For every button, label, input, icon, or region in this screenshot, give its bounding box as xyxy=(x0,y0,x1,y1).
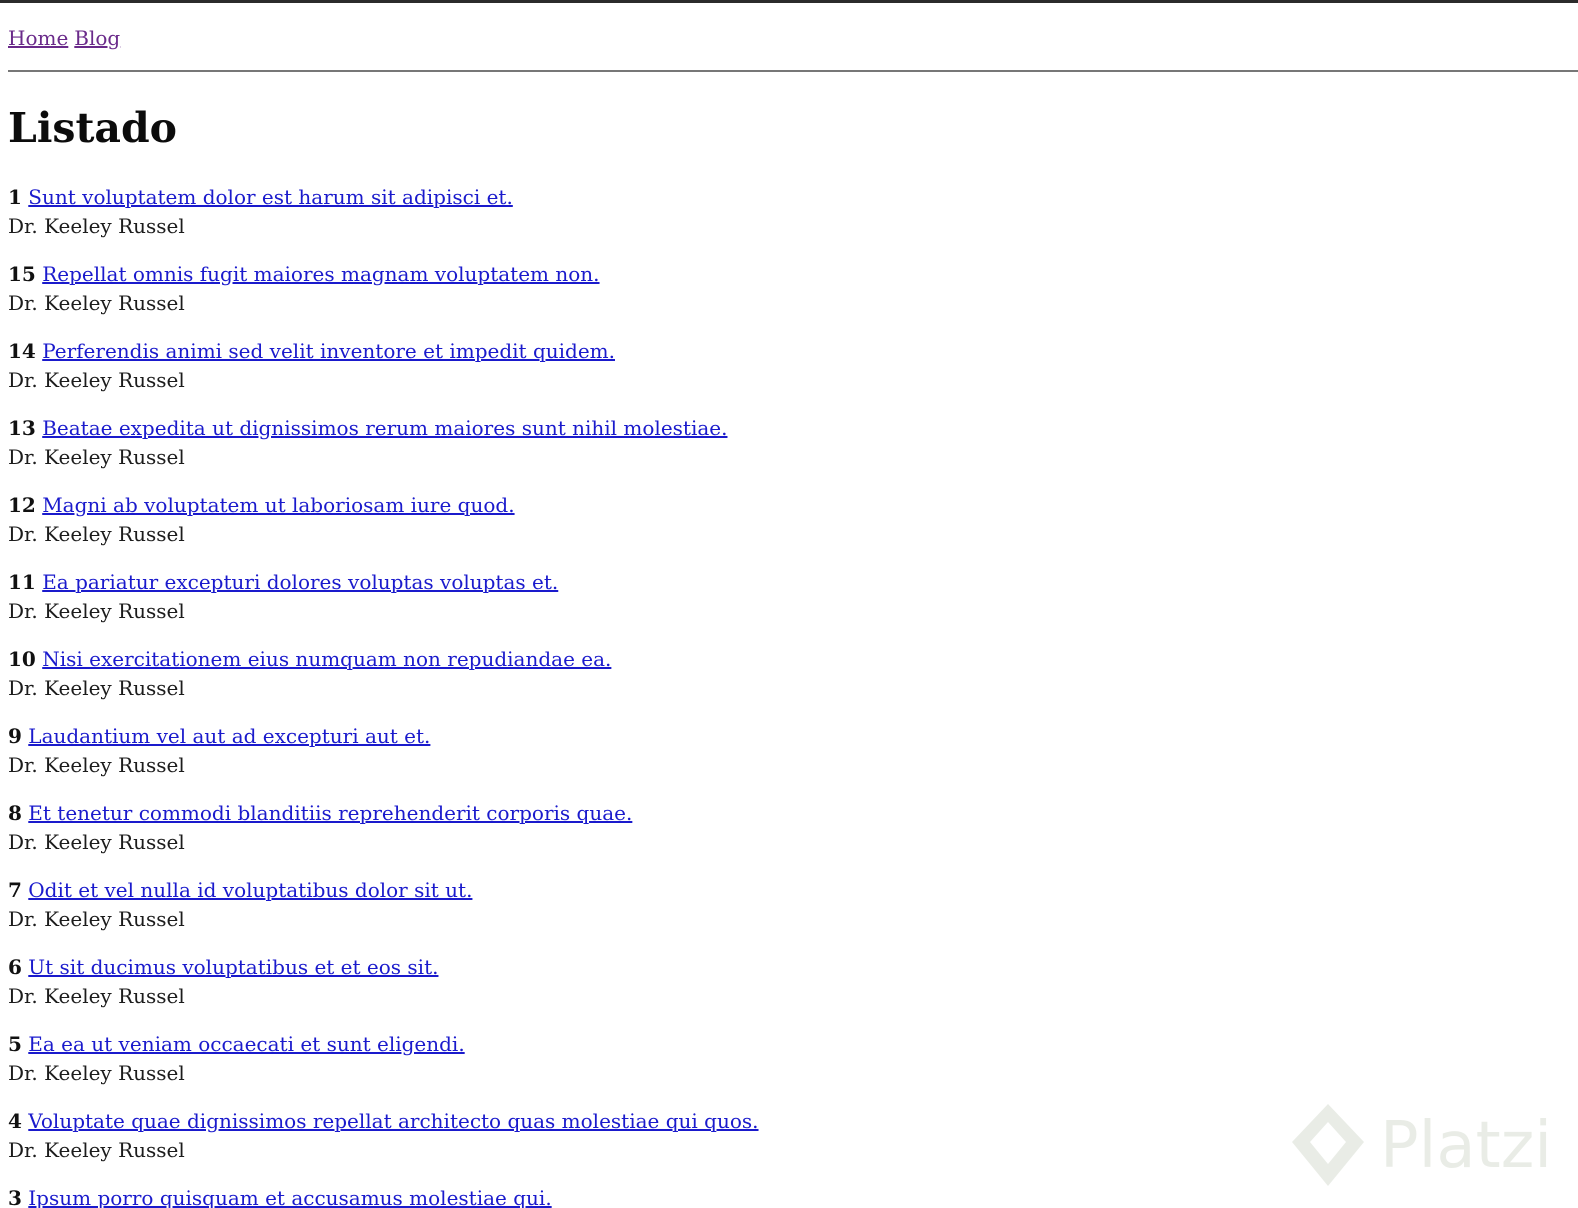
post-item: 3 Ipsum porro quisquam et accusamus mole… xyxy=(8,1184,1508,1208)
post-item: 4 Voluptate quae dignissimos repellat ar… xyxy=(8,1107,1508,1184)
top-border xyxy=(0,0,1578,3)
watermark-text: Platzi xyxy=(1380,1109,1553,1183)
post-author: Dr. Keeley Russel xyxy=(8,753,185,777)
post-author: Dr. Keeley Russel xyxy=(8,907,185,931)
post-item: 5 Ea ea ut veniam occaecati et sunt elig… xyxy=(8,1030,1508,1107)
post-id: 1 xyxy=(8,185,22,209)
post-id: 15 xyxy=(8,262,36,286)
nav-link-home[interactable]: Home xyxy=(8,26,68,50)
post-id: 4 xyxy=(8,1109,22,1133)
post-title-link[interactable]: Ipsum porro quisquam et accusamus molest… xyxy=(28,1186,551,1208)
page-title: Listado xyxy=(8,104,178,152)
post-title-link[interactable]: Odit et vel nulla id voluptatibus dolor … xyxy=(28,878,472,902)
post-id: 8 xyxy=(8,801,22,825)
post-id: 12 xyxy=(8,493,36,517)
post-id: 3 xyxy=(8,1186,22,1208)
post-title-line: 10 Nisi exercitationem eius numquam non … xyxy=(8,645,1508,674)
post-id: 5 xyxy=(8,1032,22,1056)
top-nav: Home Blog xyxy=(8,24,126,52)
post-author: Dr. Keeley Russel xyxy=(8,599,185,623)
post-title-line: 7 Odit et vel nulla id voluptatibus dolo… xyxy=(8,876,1508,905)
post-author: Dr. Keeley Russel xyxy=(8,368,185,392)
horizontal-rule xyxy=(8,70,1578,72)
post-title-link[interactable]: Repellat omnis fugit maiores magnam volu… xyxy=(42,262,599,286)
post-id: 7 xyxy=(8,878,22,902)
post-item: 13 Beatae expedita ut dignissimos rerum … xyxy=(8,414,1508,491)
post-title-link[interactable]: Ea ea ut veniam occaecati et sunt eligen… xyxy=(28,1032,464,1056)
post-item: 1 Sunt voluptatem dolor est harum sit ad… xyxy=(8,183,1508,260)
post-title-line: 14 Perferendis animi sed velit inventore… xyxy=(8,337,1508,366)
post-title-link[interactable]: Et tenetur commodi blanditiis reprehende… xyxy=(28,801,632,825)
post-author: Dr. Keeley Russel xyxy=(8,291,185,315)
post-title-line: 3 Ipsum porro quisquam et accusamus mole… xyxy=(8,1184,1508,1208)
post-item: 9 Laudantium vel aut ad excepturi aut et… xyxy=(8,722,1508,799)
post-title-link[interactable]: Ea pariatur excepturi dolores voluptas v… xyxy=(42,570,558,594)
post-author: Dr. Keeley Russel xyxy=(8,214,185,238)
platzi-watermark: Platzi xyxy=(1288,1100,1568,1190)
post-id: 13 xyxy=(8,416,36,440)
post-author: Dr. Keeley Russel xyxy=(8,1061,185,1085)
post-title-line: 13 Beatae expedita ut dignissimos rerum … xyxy=(8,414,1508,443)
post-author: Dr. Keeley Russel xyxy=(8,1138,185,1162)
post-author: Dr. Keeley Russel xyxy=(8,522,185,546)
post-title-link[interactable]: Magni ab voluptatem ut laboriosam iure q… xyxy=(42,493,514,517)
post-title-link[interactable]: Voluptate quae dignissimos repellat arch… xyxy=(28,1109,758,1133)
post-title-line: 5 Ea ea ut veniam occaecati et sunt elig… xyxy=(8,1030,1508,1059)
post-item: 15 Repellat omnis fugit maiores magnam v… xyxy=(8,260,1508,337)
platzi-logo-icon xyxy=(1292,1104,1364,1186)
post-id: 14 xyxy=(8,339,36,363)
post-author: Dr. Keeley Russel xyxy=(8,984,185,1008)
post-author: Dr. Keeley Russel xyxy=(8,445,185,469)
post-title-link[interactable]: Perferendis animi sed velit inventore et… xyxy=(42,339,615,363)
post-item: 12 Magni ab voluptatem ut laboriosam iur… xyxy=(8,491,1508,568)
post-id: 6 xyxy=(8,955,22,979)
post-id: 11 xyxy=(8,570,36,594)
post-list: 1 Sunt voluptatem dolor est harum sit ad… xyxy=(8,183,1508,1208)
post-title-line: 15 Repellat omnis fugit maiores magnam v… xyxy=(8,260,1508,289)
post-title-link[interactable]: Sunt voluptatem dolor est harum sit adip… xyxy=(28,185,513,209)
post-title-line: 8 Et tenetur commodi blanditiis reprehen… xyxy=(8,799,1508,828)
post-title-line: 4 Voluptate quae dignissimos repellat ar… xyxy=(8,1107,1508,1136)
post-id: 10 xyxy=(8,647,36,671)
post-title-line: 6 Ut sit ducimus voluptatibus et et eos … xyxy=(8,953,1508,982)
post-title-line: 1 Sunt voluptatem dolor est harum sit ad… xyxy=(8,183,1508,212)
post-title-line: 12 Magni ab voluptatem ut laboriosam iur… xyxy=(8,491,1508,520)
post-item: 8 Et tenetur commodi blanditiis reprehen… xyxy=(8,799,1508,876)
post-title-link[interactable]: Ut sit ducimus voluptatibus et et eos si… xyxy=(28,955,438,979)
post-item: 7 Odit et vel nulla id voluptatibus dolo… xyxy=(8,876,1508,953)
post-author: Dr. Keeley Russel xyxy=(8,830,185,854)
nav-link-blog[interactable]: Blog xyxy=(74,26,120,50)
post-item: 11 Ea pariatur excepturi dolores volupta… xyxy=(8,568,1508,645)
post-id: 9 xyxy=(8,724,22,748)
post-item: 10 Nisi exercitationem eius numquam non … xyxy=(8,645,1508,722)
post-title-link[interactable]: Laudantium vel aut ad excepturi aut et. xyxy=(28,724,430,748)
post-title-link[interactable]: Nisi exercitationem eius numquam non rep… xyxy=(42,647,611,671)
post-author: Dr. Keeley Russel xyxy=(8,676,185,700)
post-title-line: 11 Ea pariatur excepturi dolores volupta… xyxy=(8,568,1508,597)
post-title-link[interactable]: Beatae expedita ut dignissimos rerum mai… xyxy=(42,416,727,440)
post-item: 14 Perferendis animi sed velit inventore… xyxy=(8,337,1508,414)
post-title-line: 9 Laudantium vel aut ad excepturi aut et… xyxy=(8,722,1508,751)
post-item: 6 Ut sit ducimus voluptatibus et et eos … xyxy=(8,953,1508,1030)
